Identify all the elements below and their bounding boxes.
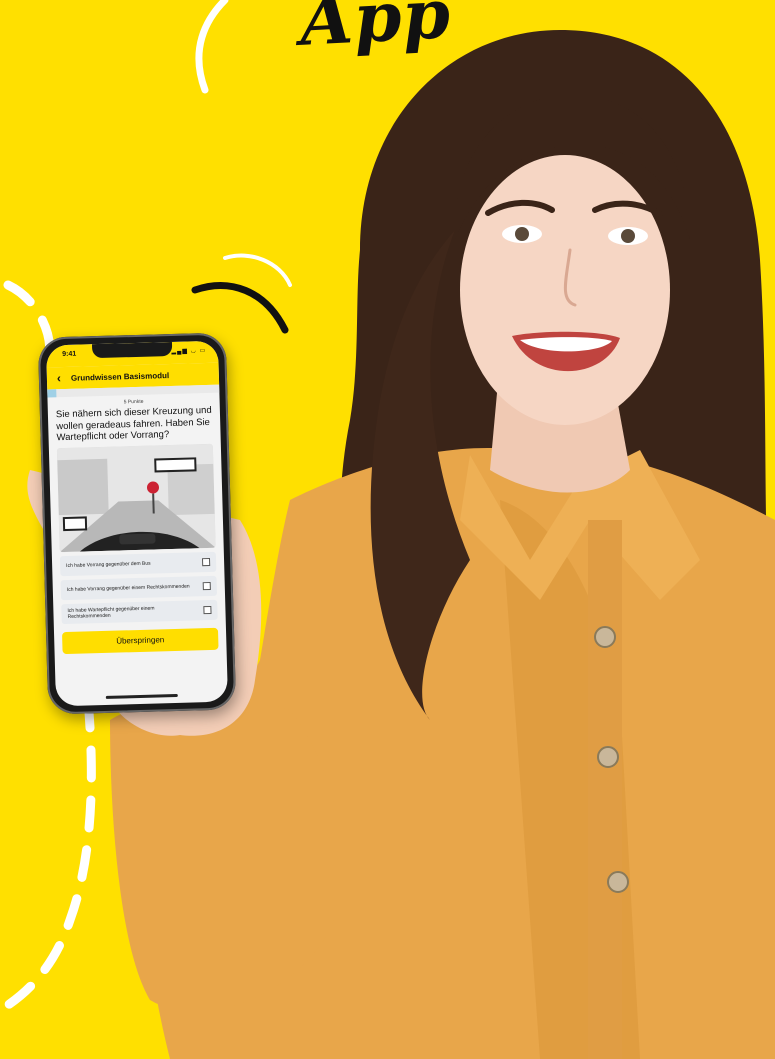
question-text: Sie nähern sich dieser Kreuzung und woll… [55, 404, 212, 444]
chevron-left-icon[interactable]: ‹ [57, 371, 61, 385]
shirt-placket [588, 520, 622, 1059]
white-arc-doodle [223, 253, 292, 287]
ad-stage: App 9:41 ▂▄▆ ◡ ▭ ‹ Grundwissen Basismodu… [0, 0, 775, 1059]
home-indicator [105, 693, 178, 699]
black-scribble-doodle [191, 282, 289, 334]
answer-option-label: Ich habe Vorrang gegenüber einem Rechtsk… [66, 583, 190, 593]
status-time: 9:41 [62, 350, 77, 359]
shirt-button [594, 626, 616, 648]
shirt-button [597, 746, 619, 768]
answer-option-label: Ich habe Wartepflicht gegenüber einem Re… [67, 605, 155, 620]
answer-option[interactable]: Ich habe Wartepflicht gegenüber einem Re… [61, 599, 218, 624]
status-icons: ▂▄▆ ◡ ▭ [171, 348, 207, 355]
answer-option[interactable]: Ich habe Vorrang gegenüber dem Bus [59, 551, 217, 576]
skip-button[interactable]: Überspringen [61, 627, 219, 654]
phone-screen: 9:41 ▂▄▆ ◡ ▭ ‹ Grundwissen Basismodul 5 … [45, 340, 229, 707]
traffic-scene-image [56, 443, 216, 552]
shirt-button [607, 871, 629, 893]
answer-option[interactable]: Ich habe Vorrang gegenüber einem Rechtsk… [60, 575, 218, 600]
answer-checkbox[interactable] [202, 581, 211, 590]
answer-checkbox[interactable] [201, 557, 211, 566]
white-scribble-doodle [195, 0, 229, 94]
app-title: Grundwissen Basismodul [70, 370, 170, 383]
phone-mockup: 9:41 ▂▄▆ ◡ ▭ ‹ Grundwissen Basismodul 5 … [37, 332, 237, 715]
answer-option-label: Ich habe Vorrang gegenüber dem Bus [66, 560, 151, 569]
progress-fill [47, 389, 57, 398]
answer-checkbox[interactable] [203, 605, 212, 614]
phone-notch [91, 341, 173, 359]
